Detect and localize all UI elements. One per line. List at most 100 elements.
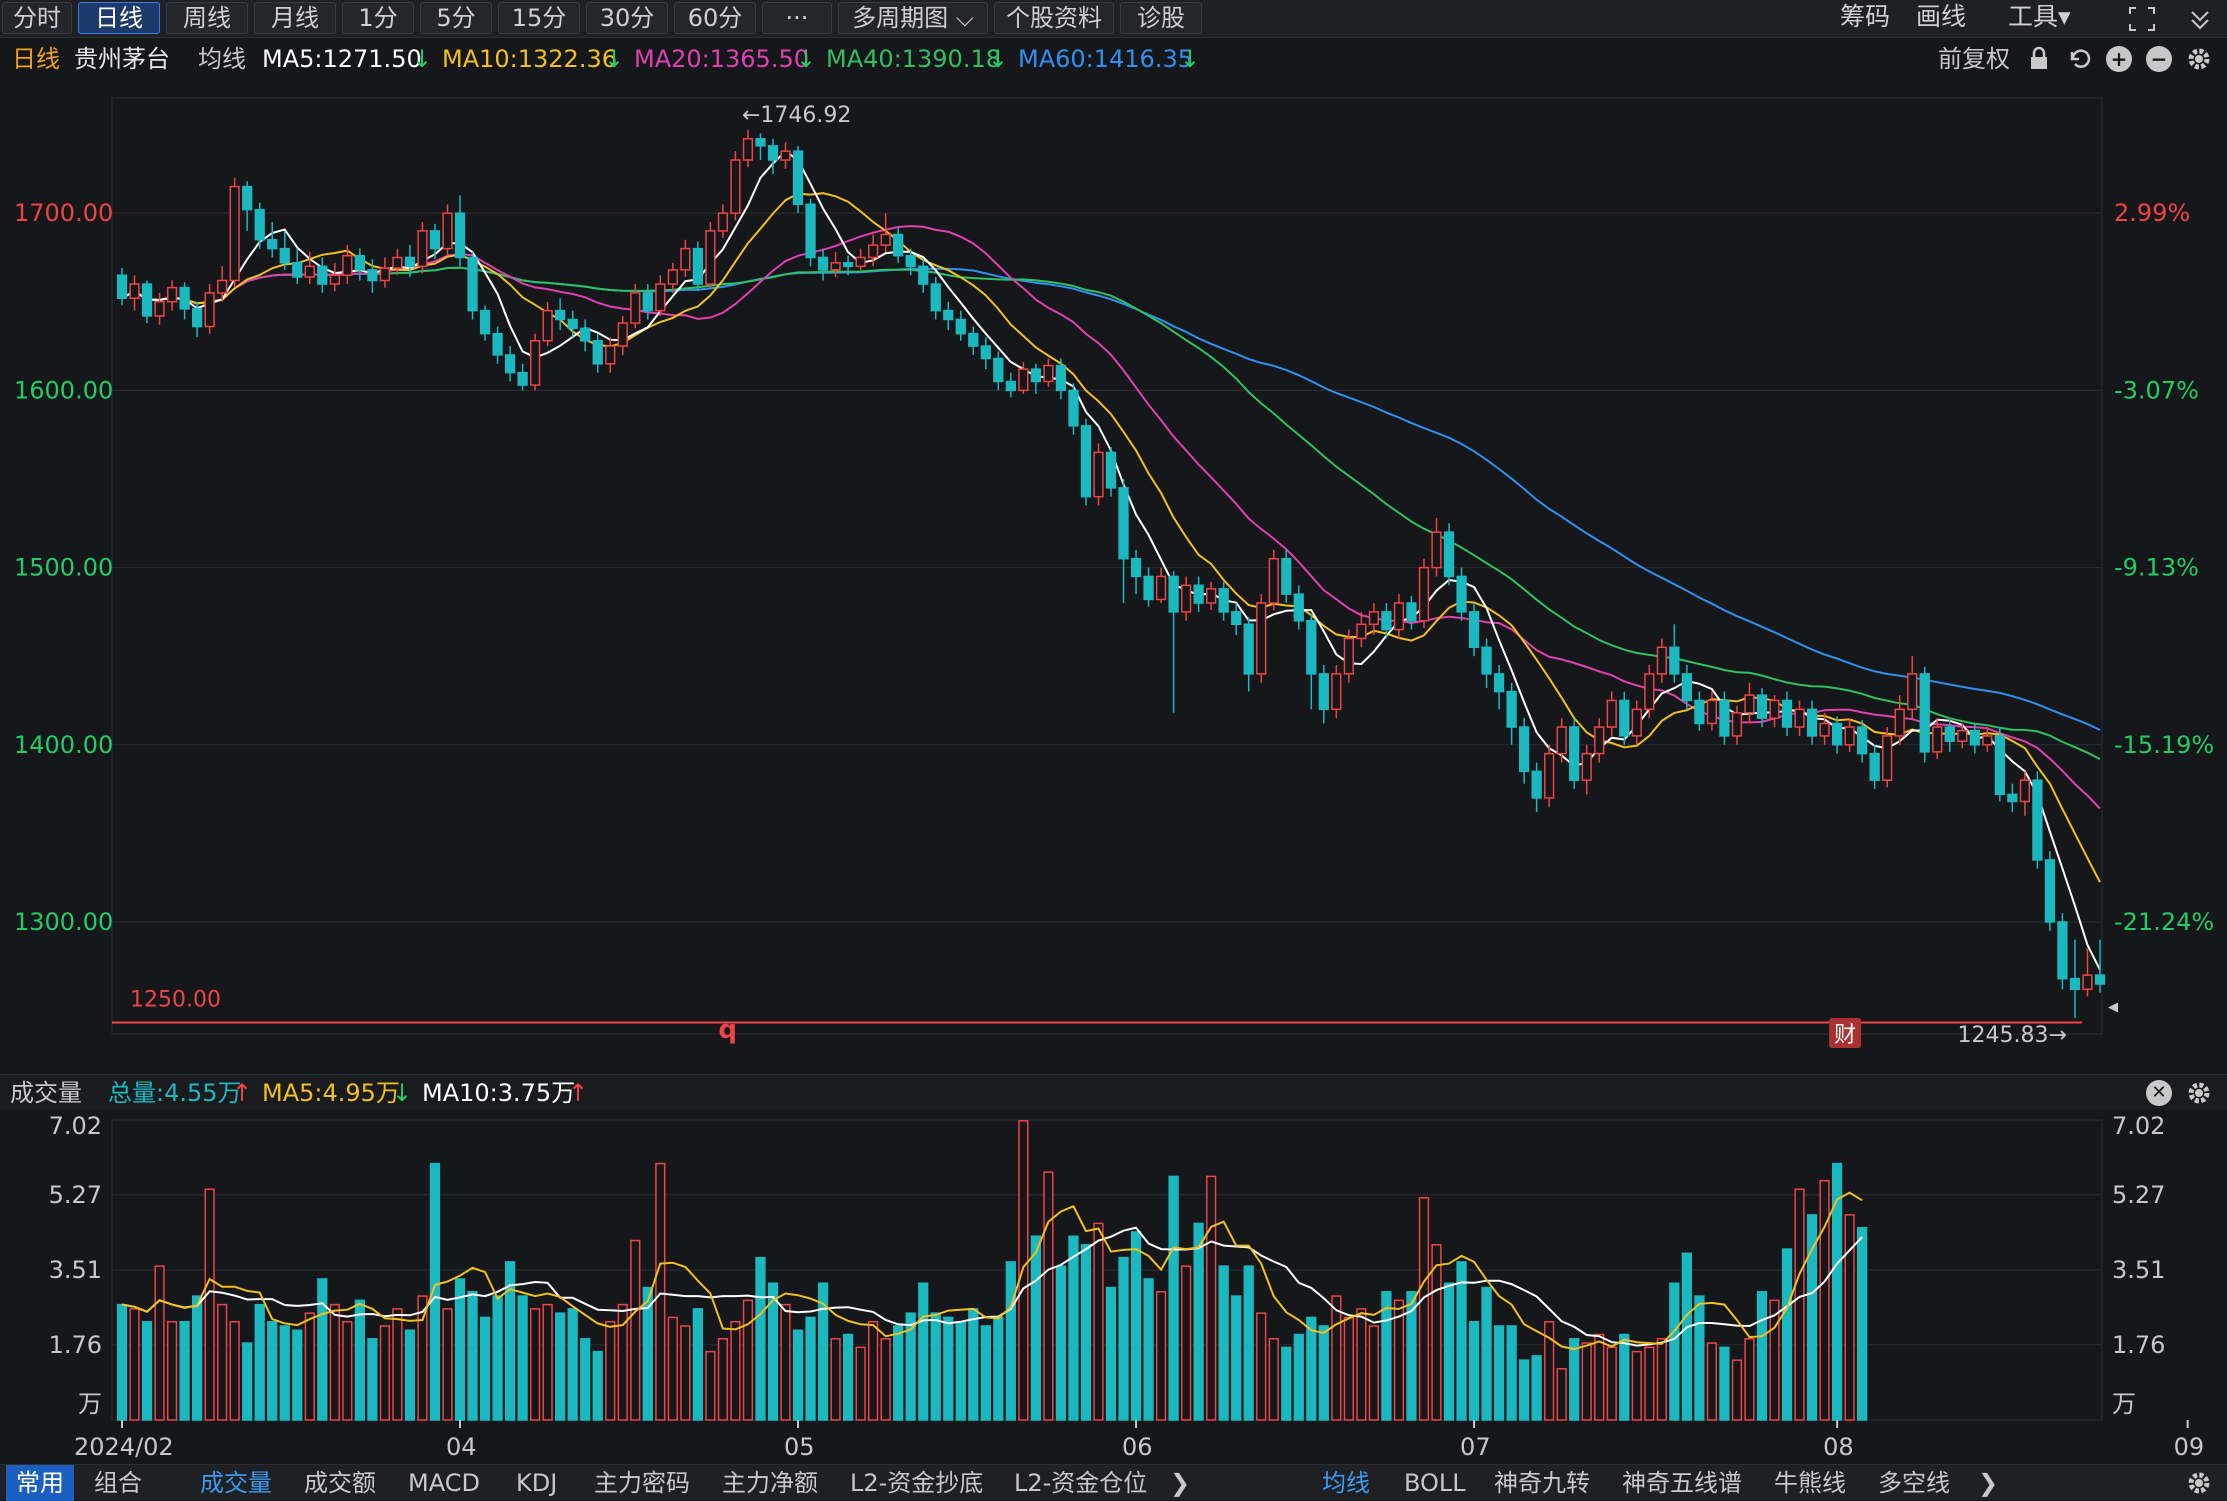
indicator-tab-7[interactable]: L2-资金仓位 — [1014, 1465, 1147, 1501]
candle[interactable] — [1318, 665, 1329, 724]
zoom-out-icon[interactable]: − — [2146, 46, 2172, 72]
overlay-tab-3[interactable]: 神奇五线谱 — [1622, 1465, 1742, 1501]
candle[interactable] — [267, 222, 278, 258]
candle[interactable] — [116, 268, 128, 306]
candle[interactable] — [1368, 603, 1380, 635]
candle[interactable] — [429, 223, 441, 260]
ma-label[interactable]: 均线 — [198, 40, 246, 78]
candle[interactable] — [454, 195, 466, 267]
candle[interactable] — [1506, 682, 1517, 745]
candle[interactable] — [166, 280, 178, 311]
candle[interactable] — [893, 227, 904, 263]
chip-button[interactable]: 筹码 — [1840, 2, 1890, 34]
candle[interactable] — [1306, 613, 1317, 710]
candle[interactable] — [1556, 718, 1567, 763]
candle[interactable] — [1694, 691, 1705, 731]
settings-gear-icon[interactable] — [2184, 44, 2214, 74]
candle[interactable] — [1982, 727, 1993, 752]
candle[interactable] — [805, 199, 816, 267]
candle[interactable] — [1606, 691, 1617, 736]
fullscreen-icon[interactable] — [2126, 4, 2158, 34]
candle[interactable] — [1005, 372, 1016, 398]
undo-icon[interactable] — [2066, 46, 2092, 72]
tools-menu-button[interactable]: 工具▾ — [2008, 2, 2071, 34]
candle[interactable] — [392, 248, 403, 276]
candle[interactable] — [617, 315, 628, 355]
candle[interactable] — [479, 305, 491, 341]
candle[interactable] — [1393, 594, 1405, 639]
candle[interactable] — [1644, 665, 1655, 719]
tab-combo[interactable]: 组合 — [94, 1465, 142, 1501]
candle[interactable] — [129, 275, 140, 311]
period-button-11[interactable]: 个股资料 — [994, 2, 1114, 34]
indicator-tab-6[interactable]: L2-资金抄底 — [850, 1465, 983, 1501]
candle[interactable] — [1594, 718, 1605, 763]
candle[interactable] — [1706, 691, 1718, 731]
volume-settings-gear-icon[interactable] — [2184, 1078, 2214, 1108]
candle[interactable] — [1531, 762, 1542, 813]
period-button-6[interactable]: 15分 — [498, 2, 580, 34]
candle[interactable] — [592, 333, 603, 373]
period-button-12[interactable]: 诊股 — [1120, 2, 1202, 34]
indicator-tab-5[interactable]: 主力净额 — [722, 1465, 818, 1501]
candle[interactable] — [1518, 718, 1530, 784]
candle[interactable] — [2082, 948, 2093, 997]
candle[interactable] — [1831, 716, 1843, 754]
tab-common[interactable]: 常用 — [6, 1465, 74, 1501]
zoom-in-icon[interactable]: + — [2106, 46, 2132, 72]
candle[interactable] — [379, 257, 391, 288]
candle[interactable] — [1669, 624, 1680, 683]
candle[interactable] — [1744, 682, 1755, 724]
candle[interactable] — [442, 204, 453, 256]
candle[interactable] — [467, 252, 478, 320]
candle[interactable] — [1281, 549, 1292, 604]
candle[interactable] — [792, 145, 804, 214]
candle[interactable] — [1769, 695, 1780, 728]
candle[interactable] — [141, 280, 153, 324]
candle[interactable] — [2069, 939, 2081, 1018]
period-button-7[interactable]: 30分 — [586, 2, 668, 34]
candle[interactable] — [742, 129, 754, 168]
period-button-0[interactable]: 分时 — [2, 2, 72, 34]
candle[interactable] — [555, 298, 566, 331]
candle[interactable] — [329, 262, 340, 292]
candle[interactable] — [730, 151, 741, 221]
indicator-tab-2[interactable]: MACD — [408, 1465, 480, 1501]
candle[interactable] — [1569, 718, 1580, 790]
candle[interactable] — [317, 257, 328, 293]
period-button-2[interactable]: 周线 — [166, 2, 248, 34]
candle[interactable] — [254, 202, 265, 249]
candle[interactable] — [767, 138, 779, 175]
candle[interactable] — [242, 181, 253, 231]
candle[interactable] — [1080, 418, 1092, 506]
candle[interactable] — [2057, 913, 2068, 990]
period-button-8[interactable]: 60分 — [674, 2, 756, 34]
candle[interactable] — [1356, 611, 1367, 648]
candle[interactable] — [1581, 744, 1592, 795]
candle[interactable] — [705, 222, 716, 288]
tabs-more-icon[interactable]: ❯ — [1170, 1465, 1190, 1501]
candle[interactable] — [1130, 549, 1142, 595]
candle[interactable] — [1180, 576, 1192, 621]
candle[interactable] — [1256, 594, 1267, 683]
candle[interactable] — [1218, 581, 1229, 621]
candle[interactable] — [1493, 665, 1505, 710]
candle[interactable] — [667, 262, 678, 293]
candle[interactable] — [1468, 603, 1480, 657]
period-button-3[interactable]: 月线 — [254, 2, 336, 34]
candle[interactable] — [417, 222, 428, 274]
event-marker-q[interactable]: q — [718, 1015, 737, 1045]
candle[interactable] — [542, 301, 553, 347]
candle[interactable] — [780, 142, 791, 169]
candle[interactable] — [943, 301, 954, 331]
close-icon[interactable]: ✕ — [2146, 1080, 2172, 1106]
overlay-tab-5[interactable]: 多空线 — [1878, 1465, 1950, 1501]
period-button-10[interactable]: 多周期图 ⌵ — [838, 2, 988, 34]
candle[interactable] — [717, 204, 729, 238]
candle[interactable] — [1781, 691, 1793, 736]
candle[interactable] — [580, 319, 591, 352]
candle[interactable] — [1068, 383, 1079, 435]
candle[interactable] — [154, 292, 165, 325]
candle[interactable] — [955, 310, 966, 341]
candle[interactable] — [855, 248, 866, 270]
